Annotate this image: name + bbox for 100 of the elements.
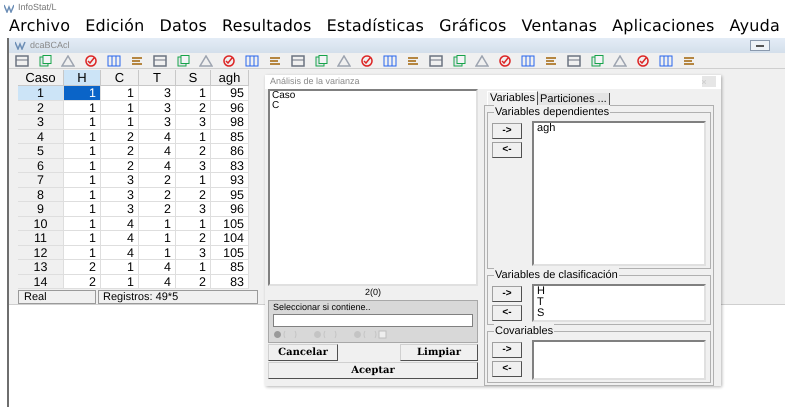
toolbar-icon[interactable] [15, 54, 29, 66]
table-cell: 2 [64, 274, 101, 289]
toolbar-icon[interactable] [659, 54, 673, 66]
tab[interactable]: Particiones ... [538, 92, 610, 104]
menu-item[interactable]: Estadísticas [326, 16, 424, 36]
move-button[interactable]: -> [492, 286, 522, 302]
toolbar-icon[interactable] [521, 54, 535, 66]
menu-item[interactable]: Aplicaciones [612, 16, 715, 36]
variable-list[interactable]: Caso C [268, 88, 478, 286]
toolbar-icon[interactable] [590, 54, 604, 66]
toolbar-icon[interactable] [567, 54, 581, 66]
move-button[interactable]: -> [492, 342, 522, 358]
variable-list[interactable] [532, 340, 706, 380]
list-item[interactable]: S [537, 308, 701, 318]
menu-item[interactable]: Archivo [9, 16, 70, 36]
toolbar-icon[interactable] [222, 54, 236, 66]
row-header[interactable]: 14 [18, 274, 64, 289]
table-cell: 4 [139, 260, 176, 274]
row-header[interactable]: 1 [18, 86, 64, 100]
table-cell: 1 [101, 274, 139, 289]
move-button[interactable]: <- [492, 142, 522, 158]
minimize-button[interactable] [750, 40, 770, 51]
menu-item[interactable]: Ventanas [522, 16, 598, 36]
row-header[interactable]: 2 [18, 100, 64, 115]
row-header[interactable]: 5 [18, 144, 64, 158]
move-button[interactable]: -> [492, 122, 522, 138]
row-header[interactable]: 8 [18, 188, 64, 202]
toolbar-icon[interactable] [268, 54, 282, 66]
column-header[interactable]: H [64, 70, 101, 86]
filter-input[interactable] [273, 314, 473, 326]
row-header[interactable]: 10 [18, 216, 64, 231]
table-cell: 1 [64, 246, 101, 260]
move-button[interactable]: <- [492, 360, 522, 376]
row-header[interactable]: 9 [18, 202, 64, 216]
toolbar-icon[interactable] [636, 54, 650, 66]
menu-item[interactable]: Edición [85, 16, 145, 36]
table-cell: 1 [176, 216, 211, 231]
toolbar-icon[interactable] [360, 54, 374, 66]
toolbar-icon[interactable] [291, 54, 305, 66]
row-header[interactable]: 3 [18, 115, 64, 130]
menu-item[interactable]: Datos [160, 16, 208, 36]
list-item[interactable]: T [537, 296, 701, 308]
menu-item[interactable]: Ayuda [730, 16, 780, 36]
clear-button[interactable]: Limpiar [400, 344, 478, 360]
toolbar-icon[interactable] [429, 54, 443, 66]
list-item[interactable]: Caso [272, 90, 474, 100]
table-cell: 2 [139, 173, 176, 188]
toolbar-icon[interactable] [61, 54, 75, 66]
row-header[interactable]: 12 [18, 246, 64, 260]
table-cell: 1 [64, 144, 101, 158]
list-item[interactable]: C [272, 100, 474, 110]
move-button[interactable]: <- [492, 304, 522, 320]
row-header[interactable]: 13 [18, 260, 64, 274]
table-cell: 1 [64, 158, 101, 173]
toolbar-icon[interactable] [153, 54, 167, 66]
toolbar-icon[interactable] [38, 54, 52, 66]
toolbar-icon[interactable] [544, 54, 558, 66]
variable-list[interactable]: H T S [532, 284, 706, 322]
toolbar-icon[interactable] [452, 54, 466, 66]
column-header[interactable]: S [176, 70, 211, 86]
column-header[interactable]: agh [211, 70, 249, 86]
toolbar-icon[interactable] [406, 54, 420, 66]
toolbar-icon[interactable] [383, 54, 397, 66]
app-title: InfoStat/L [18, 1, 57, 14]
row-header[interactable]: 7 [18, 173, 64, 188]
window-logo-icon [15, 41, 27, 50]
toolbar-icon[interactable] [498, 54, 512, 66]
table-cell: 2 [101, 158, 139, 173]
table-cell: 1 [101, 100, 139, 115]
variable-list[interactable]: agh [532, 120, 706, 266]
table-cell: 1 [176, 86, 211, 100]
column-header[interactable]: C [101, 70, 139, 86]
column-header[interactable]: Caso [18, 70, 64, 86]
toolbar-icon[interactable] [130, 54, 144, 66]
menu-item[interactable]: Resultados [222, 16, 312, 36]
toolbar-icon[interactable] [107, 54, 121, 66]
toolbar-icon[interactable] [337, 54, 351, 66]
variable-count: 2(0) [364, 286, 381, 299]
tab[interactable]: Variables [487, 90, 538, 104]
row-header[interactable]: 4 [18, 130, 64, 144]
toolbar-icon[interactable] [199, 54, 213, 66]
table-cell: 1 [176, 130, 211, 144]
menu-item[interactable]: Gráficos [439, 16, 506, 36]
row-header[interactable]: 11 [18, 231, 64, 246]
cancel-button[interactable]: Cancelar [268, 344, 338, 360]
toolbar-icon[interactable] [314, 54, 328, 66]
table-cell: 4 [101, 216, 139, 231]
row-header[interactable]: 6 [18, 158, 64, 173]
table-cell: 2 [176, 274, 211, 289]
column-header[interactable]: T [139, 70, 176, 86]
toolbar-icon[interactable] [475, 54, 489, 66]
list-item[interactable]: agh [537, 122, 701, 134]
toolbar-icon[interactable] [84, 54, 98, 66]
toolbar-icon[interactable] [613, 54, 627, 66]
toolbar-icon[interactable] [245, 54, 259, 66]
accept-button[interactable]: Aceptar [268, 362, 478, 378]
toolbar-icon[interactable] [176, 54, 190, 66]
toolbar-icon[interactable] [682, 54, 696, 66]
list-item[interactable]: H [537, 286, 701, 296]
table-cell: 2 [139, 202, 176, 216]
